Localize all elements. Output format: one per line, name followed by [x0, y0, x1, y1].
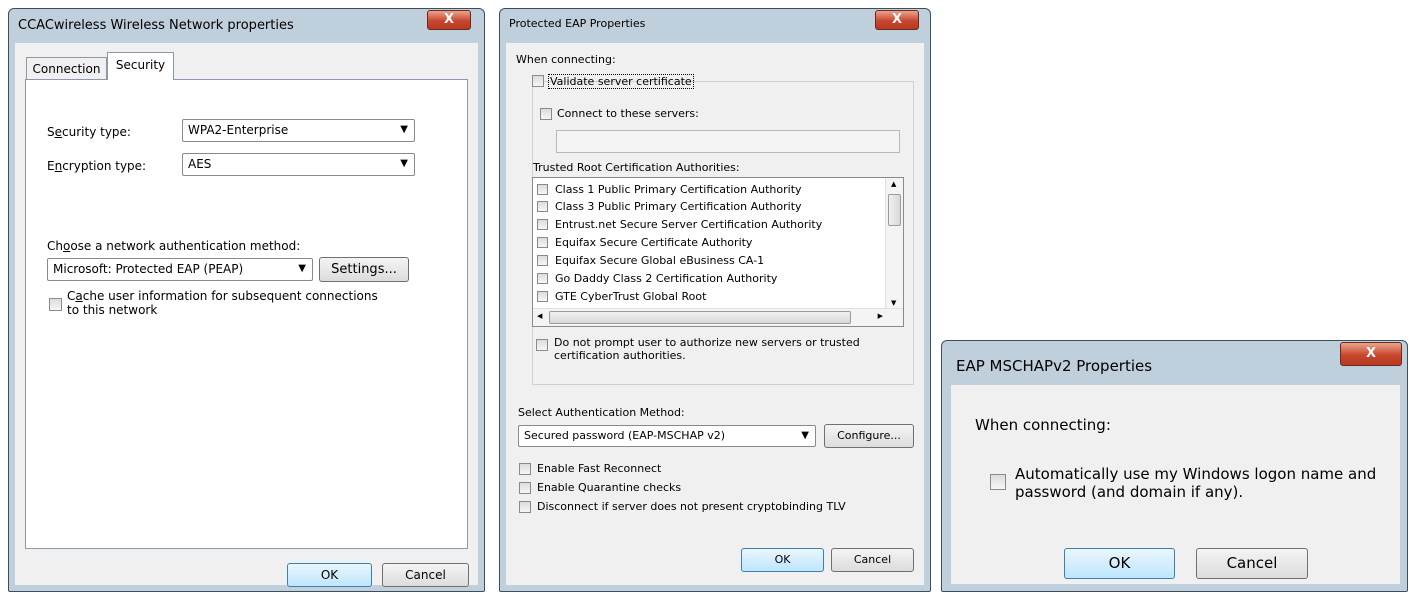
chevron-down-icon: ▼	[801, 430, 809, 441]
servers-input[interactable]	[556, 130, 900, 153]
tab-security-label: Security	[115, 58, 166, 72]
ok-button[interactable]: OK	[287, 563, 372, 587]
cert-checkbox[interactable]	[537, 201, 548, 212]
when-connecting-label: When connecting:	[516, 53, 616, 66]
scroll-left-icon[interactable]: ◀	[537, 312, 542, 320]
ok-button-label: OK	[774, 553, 791, 566]
cancel-button[interactable]: Cancel	[1196, 548, 1308, 579]
validate-cert-checkbox[interactable]	[532, 75, 544, 87]
chevron-down-icon: ▼	[400, 124, 408, 135]
cert-checkbox[interactable]	[537, 219, 548, 230]
eap-mschapv2-window: EAP MSCHAPv2 Properties X When connectin…	[941, 340, 1408, 592]
auto-logon-label: Automatically use my Windows logon name …	[1015, 465, 1377, 501]
auth-method-value: Secured password (EAP-MSCHAP v2)	[524, 429, 726, 442]
scroll-right-icon[interactable]: ▶	[878, 312, 883, 320]
close-button[interactable]: X	[427, 10, 471, 30]
scrollbar-thumb[interactable]	[549, 311, 851, 324]
tab-connection-label: Connection	[32, 62, 101, 76]
vertical-scrollbar[interactable]: ▲ ▼	[885, 178, 903, 309]
network-properties-window: CCACwireless Wireless Network properties…	[8, 8, 485, 592]
connect-servers-checkbox[interactable]	[540, 108, 552, 120]
auth-method-value: Microsoft: Protected EAP (PEAP)	[53, 262, 244, 276]
trusted-root-label: Trusted Root Certification Authorities:	[533, 161, 740, 174]
cryptobinding-label: Disconnect if server does not present cr…	[537, 500, 846, 513]
cryptobinding-checkbox[interactable]	[519, 501, 531, 513]
cache-user-info-label: Cache user information for subsequent co…	[67, 289, 378, 317]
connect-servers-label: Connect to these servers:	[557, 107, 699, 120]
auth-method-select[interactable]: Microsoft: Protected EAP (PEAP) ▼	[47, 258, 313, 281]
encryption-type-value: AES	[188, 157, 212, 171]
close-icon: X	[1365, 346, 1377, 361]
scroll-up-icon[interactable]: ▲	[891, 180, 896, 188]
tab-connection[interactable]: Connection	[26, 57, 107, 81]
cancel-button[interactable]: Cancel	[382, 563, 469, 587]
cancel-button[interactable]: Cancel	[831, 548, 914, 572]
dialog-body: When connecting: Automatically use my Wi…	[951, 385, 1400, 584]
auto-logon-checkbox[interactable]	[990, 474, 1006, 490]
encryption-type-select[interactable]: AES ▼	[182, 153, 415, 176]
cert-checkbox[interactable]	[537, 255, 548, 266]
horizontal-scrollbar[interactable]: ◀ ▶	[533, 308, 903, 326]
chevron-down-icon: ▼	[400, 158, 408, 169]
auth-method-label: Choose a network authentication method:	[47, 239, 301, 253]
auth-method-select[interactable]: Secured password (EAP-MSCHAP v2) ▼	[518, 425, 816, 447]
security-type-value: WPA2-Enterprise	[188, 123, 289, 137]
window-title: EAP MSCHAPv2 Properties	[956, 357, 1153, 375]
title-bar[interactable]: CCACwireless Wireless Network properties…	[9, 9, 484, 39]
title-bar[interactable]: Protected EAP Properties X	[500, 9, 930, 39]
quarantine-label: Enable Quarantine checks	[537, 481, 682, 494]
select-auth-label: Select Authentication Method:	[518, 406, 685, 419]
ok-button-label: OK	[1108, 554, 1131, 572]
close-icon: X	[891, 12, 903, 27]
no-prompt-label: Do not prompt user to authorize new serv…	[554, 336, 860, 362]
scrollbar-thumb[interactable]	[888, 194, 901, 226]
encryption-type-label: Encryption type:	[47, 159, 147, 173]
security-tab-panel: Security type: WPA2-Enterprise ▼ Encrypt…	[25, 79, 468, 549]
cert-checkbox[interactable]	[537, 291, 548, 302]
security-type-label: Security type:	[47, 125, 131, 139]
when-connecting-label: When connecting:	[975, 416, 1111, 434]
settings-button-label: Settings...	[331, 262, 397, 277]
window-title: Protected EAP Properties	[509, 17, 646, 30]
close-button[interactable]: X	[1340, 342, 1402, 366]
ok-button-label: OK	[320, 568, 339, 582]
ok-button[interactable]: OK	[1064, 548, 1175, 579]
quarantine-checkbox[interactable]	[519, 482, 531, 494]
dialog-body: When connecting: Validate server certifi…	[506, 43, 924, 585]
ok-button[interactable]: OK	[741, 548, 824, 572]
title-bar[interactable]: EAP MSCHAPv2 Properties X	[942, 341, 1407, 385]
dialog-body: Connection Security Security type: WPA2-…	[15, 43, 478, 587]
configure-button[interactable]: Configure...	[824, 424, 914, 448]
window-title: CCACwireless Wireless Network properties	[18, 18, 294, 33]
protected-eap-window: Protected EAP Properties X When connecti…	[499, 8, 931, 592]
cert-checkbox[interactable]	[537, 273, 548, 284]
settings-button[interactable]: Settings...	[319, 257, 409, 282]
cancel-button-label: Cancel	[1226, 554, 1278, 572]
fast-reconnect-label: Enable Fast Reconnect	[537, 462, 662, 475]
tab-security[interactable]: Security	[107, 52, 174, 80]
cancel-button-label: Cancel	[853, 553, 892, 566]
no-prompt-checkbox[interactable]	[536, 339, 548, 351]
scroll-down-icon[interactable]: ▼	[891, 299, 896, 307]
cert-checkbox[interactable]	[537, 237, 548, 248]
cert-authority-list[interactable]: Class 1 Public Primary Certification Aut…	[532, 177, 904, 327]
chevron-down-icon: ▼	[298, 263, 306, 274]
cancel-button-label: Cancel	[405, 568, 446, 582]
close-icon: X	[443, 12, 455, 27]
fast-reconnect-checkbox[interactable]	[519, 463, 531, 475]
cert-checkbox[interactable]	[537, 184, 548, 195]
cache-user-info-checkbox[interactable]	[49, 298, 62, 311]
close-button[interactable]: X	[875, 10, 919, 30]
security-type-select[interactable]: WPA2-Enterprise ▼	[182, 119, 415, 142]
configure-button-label: Configure...	[837, 429, 901, 442]
validate-cert-label: Validate server certificate	[548, 74, 694, 89]
